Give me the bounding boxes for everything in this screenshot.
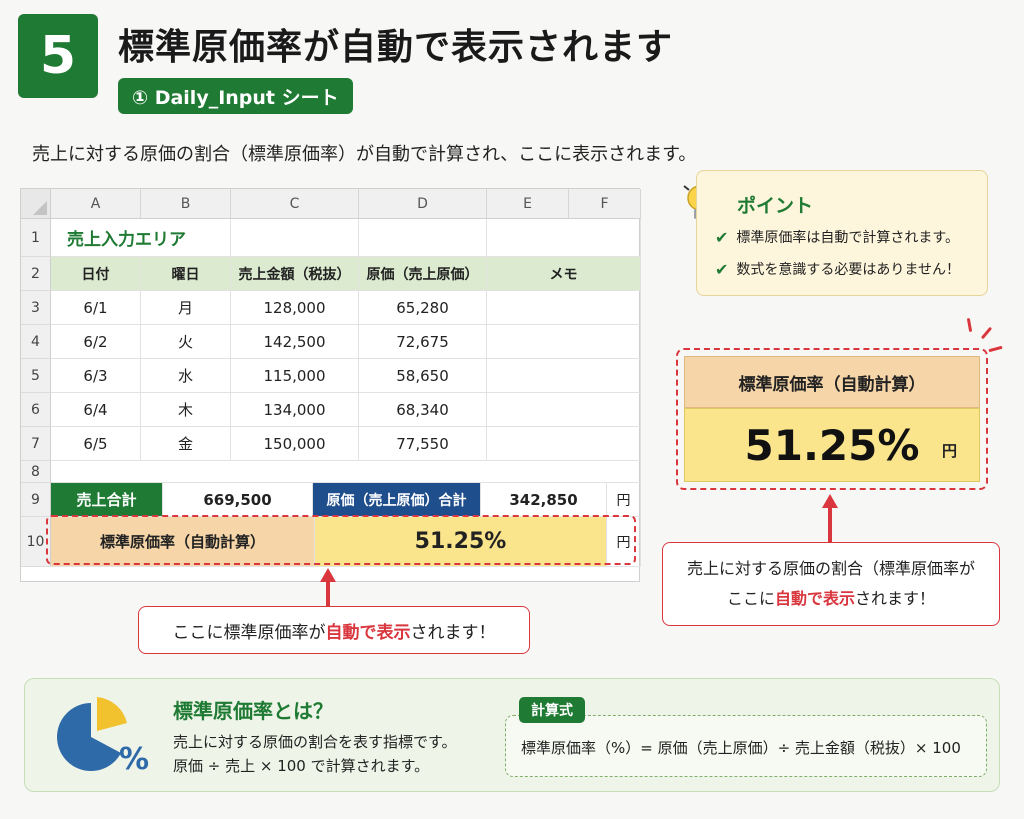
cell-d1[interactable] [359,219,487,257]
pie-chart-percent-icon: % [57,697,149,777]
col-header-c[interactable]: C [231,189,359,219]
table-cell[interactable]: 6/3 [51,359,141,393]
row-header-4[interactable]: 4 [21,325,51,359]
callout-left: ここに標準原価率が 自動で表示 されます！ [138,606,530,654]
cell-e1[interactable] [487,219,641,257]
header-date[interactable]: 日付 [51,257,141,291]
table-cell[interactable]: 142,500 [231,325,359,359]
select-all-corner[interactable] [21,189,51,219]
table-cell[interactable]: 6/5 [51,427,141,461]
table-cell[interactable] [487,359,641,393]
sales-total-value[interactable]: 669,500 [163,483,313,517]
header-sales[interactable]: 売上金額（税抜） [231,257,359,291]
cell-c1[interactable] [231,219,359,257]
result-value: 51.25% [744,420,920,470]
table-cell[interactable] [487,427,641,461]
table-cell[interactable]: 72,675 [359,325,487,359]
point-item-text: 数式を意識する必要はありません！ [736,262,960,278]
page-title: 標準原価率が自動で表示されます [118,27,674,68]
emphasis-mark [980,326,993,340]
empty-row[interactable] [51,461,641,483]
rate-highlight-frame [46,515,636,565]
table-cell[interactable]: 134,000 [231,393,359,427]
row-header-6[interactable]: 6 [21,393,51,427]
header-memo[interactable]: メモ [487,257,641,291]
emphasis-mark [988,345,1003,353]
row-header-9[interactable]: 9 [21,483,51,517]
cost-total-label: 原価（売上原価）合計 [313,483,481,517]
row-header-7[interactable]: 7 [21,427,51,461]
table-cell[interactable]: 65,280 [359,291,487,325]
col-header-a[interactable]: A [51,189,141,219]
table-cell[interactable]: 6/2 [51,325,141,359]
point-title: ポイント [737,195,814,217]
table-cell[interactable]: 128,000 [231,291,359,325]
lead-text: 売上に対する原価の割合（標準原価率）が自動で計算され、ここに表示されます。 [32,144,697,165]
arrow-shaft [828,506,832,542]
result-unit: 円 [941,442,957,460]
callout-right-line2: ここに自動で表示されます！ [726,589,936,608]
callout-right: 売上に対する原価の割合（標準原価率が ここに自動で表示されます！ [662,542,1000,626]
row-header-2[interactable]: 2 [21,257,51,291]
callout-right-line1: 売上に対する原価の割合（標準原価率が [686,559,975,578]
table-cell[interactable]: 6/1 [51,291,141,325]
col-header-e[interactable]: E [487,189,569,219]
check-icon: ✔ [715,227,729,247]
table-cell[interactable]: 58,650 [359,359,487,393]
row-header-5[interactable]: 5 [21,359,51,393]
point-item: ✔ 標準原価率は自動で計算されます。 [715,227,959,247]
unit-yen: 円 [607,483,641,517]
table-cell[interactable]: 68,340 [359,393,487,427]
col-header-f[interactable]: F [569,189,641,219]
table-cell[interactable]: 77,550 [359,427,487,461]
table-cell[interactable] [487,393,641,427]
cost-total-value[interactable]: 342,850 [481,483,607,517]
info-panel: % 標準原価率とは？ 売上に対する原価の割合を表す指標です。 原価 ÷ 売上 ×… [24,678,1000,792]
table-cell[interactable]: 金 [141,427,231,461]
formula-tag: 計算式 [519,697,585,723]
point-item: ✔ 数式を意識する必要はありません！ [715,259,960,279]
table-cell[interactable]: 水 [141,359,231,393]
result-value-box: 51.25% 円 [684,408,980,482]
area-title-cell[interactable]: 売上入力エリア [51,219,231,257]
table-cell[interactable]: 6/4 [51,393,141,427]
emphasis-mark [966,317,973,333]
row-header-8[interactable]: 8 [21,461,51,483]
table-cell[interactable]: 月 [141,291,231,325]
col-header-b[interactable]: B [141,189,231,219]
row-header-1[interactable]: 1 [21,219,51,257]
result-header: 標準原価率（自動計算） [684,356,980,408]
sales-total-label: 売上合計 [51,483,163,517]
table-cell[interactable]: 150,000 [231,427,359,461]
table-cell[interactable] [487,325,641,359]
row-header-3[interactable]: 3 [21,291,51,325]
info-title: 標準原価率とは？ [173,699,333,723]
arrow-shaft [326,580,330,606]
check-icon: ✔ [715,259,729,279]
table-cell[interactable]: 木 [141,393,231,427]
col-header-d[interactable]: D [359,189,487,219]
step-number-badge: 5 [18,14,98,98]
callout-left-highlight: 自動で表示 [325,622,411,643]
table-cell[interactable]: 火 [141,325,231,359]
svg-text:%: % [119,742,149,777]
info-line-2: 原価 ÷ 売上 × 100 で計算されます。 [173,757,430,775]
sheet-tag: ① Daily_Input シート [118,78,353,114]
point-item-text: 標準原価率は自動で計算されます。 [736,230,960,246]
callout-left-prefix: ここに標準原価率が [172,622,326,643]
info-line-1: 売上に対する原価の割合を表す指標です。 [173,733,457,751]
formula-text: 標準原価率（%）= 原価（売上原価）÷ 売上金額（税抜）× 100 [521,739,961,757]
point-box: ポイント ✔ 標準原価率は自動で計算されます。 ✔ 数式を意識する必要はありませ… [696,170,988,296]
callout-left-suffix: されます！ [410,622,496,643]
header-weekday[interactable]: 曜日 [141,257,231,291]
header-cost[interactable]: 原価（売上原価） [359,257,487,291]
table-cell[interactable] [487,291,641,325]
table-cell[interactable]: 115,000 [231,359,359,393]
